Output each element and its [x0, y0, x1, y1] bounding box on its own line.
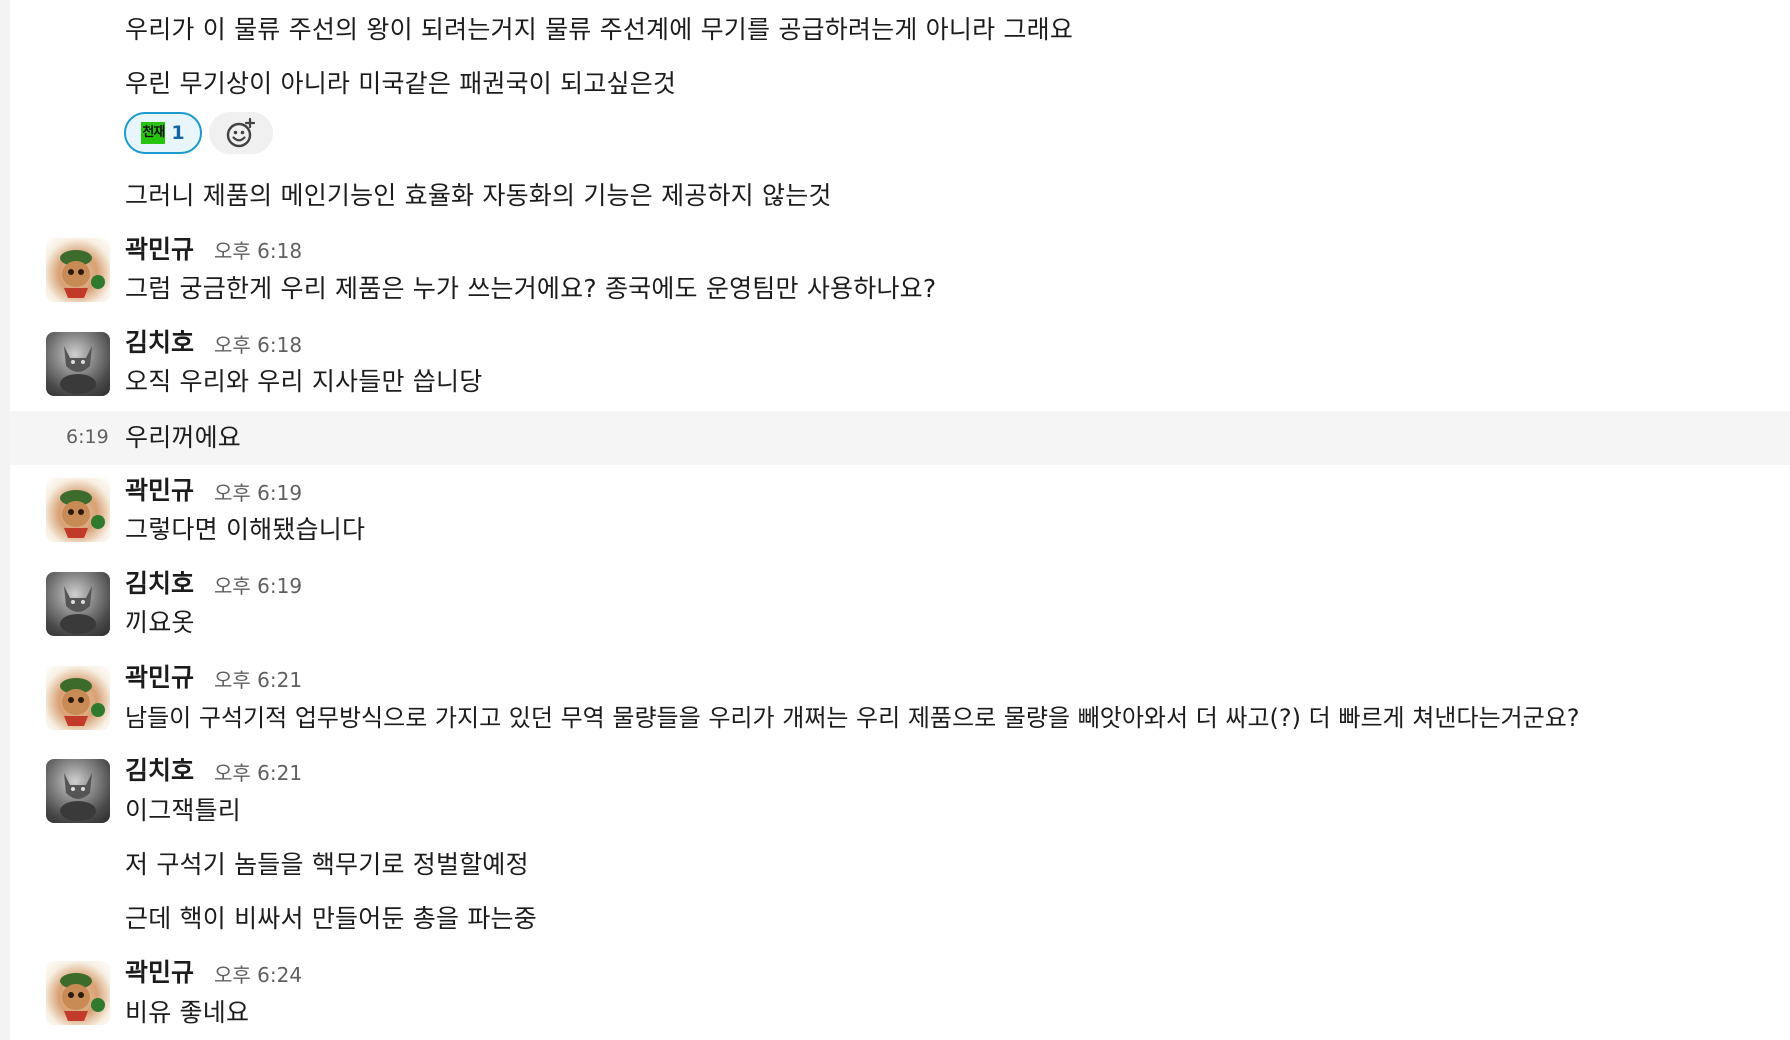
user-name[interactable]: 곽민규: [125, 957, 194, 989]
cat-avatar-icon: [60, 586, 96, 634]
avatar[interactable]: [46, 478, 110, 542]
message-text: 이그잭틀리: [125, 796, 242, 825]
avatar[interactable]: [46, 572, 110, 636]
avatar[interactable]: [46, 961, 110, 1025]
genius-emoji: 천재: [141, 122, 166, 144]
teemo-avatar-icon: [60, 678, 105, 726]
message-text: 저 구석기 놈들을 핵무기로 정벌할예정: [125, 850, 529, 879]
timestamp[interactable]: 오후 6:18: [214, 330, 302, 360]
avatar[interactable]: [46, 666, 110, 730]
user-name[interactable]: 곽민규: [125, 662, 194, 694]
timestamp[interactable]: 오후 6:19: [214, 571, 302, 601]
user-name[interactable]: 김치호: [125, 568, 194, 600]
avatar[interactable]: [46, 238, 110, 302]
message-text: 근데 핵이 비싸서 만들어둔 총을 파는중: [125, 904, 537, 933]
teemo-avatar-icon: [60, 490, 105, 538]
teemo-avatar-icon: [60, 973, 105, 1021]
reaction-chip[interactable]: 천재 1: [124, 112, 202, 154]
message-text: 그럼 궁금한게 우리 제품은 누가 쓰는거에요? 종국에도 운영팀만 사용하나요…: [125, 274, 937, 303]
user-name[interactable]: 곽민규: [125, 475, 194, 507]
message-text: 그렇다면 이해됐습니다: [125, 515, 366, 544]
message-text: 끼요옷: [125, 608, 195, 637]
message-text: 남들이 구석기적 업무방식으로 가지고 있던 무역 물량들을 우리가 개쩌는 우…: [125, 704, 1580, 732]
add-emoji-icon: [226, 117, 256, 148]
message-text: 비유 좋네요: [125, 998, 250, 1027]
message-text: 우린 무기상이 아니라 미국같은 패권국이 되고싶은것: [125, 69, 677, 98]
sidebar-edge: [0, 0, 10, 1040]
chat-window: 우리가 이 물류 주선의 왕이 되려는거지 물류 주선계에 무기를 공급하려는게…: [0, 0, 1790, 1040]
avatar[interactable]: [46, 332, 110, 396]
user-name[interactable]: 김치호: [125, 755, 194, 787]
timestamp[interactable]: 오후 6:21: [214, 665, 302, 695]
message-row-hover[interactable]: [10, 411, 1790, 465]
teemo-avatar-icon: [60, 250, 105, 298]
timestamp[interactable]: 오후 6:24: [214, 960, 302, 990]
timestamp[interactable]: 오후 6:19: [214, 478, 302, 508]
cat-avatar-icon: [60, 346, 96, 394]
reaction-count: 1: [171, 122, 185, 144]
add-reaction-button[interactable]: [209, 112, 273, 154]
user-name[interactable]: 곽민규: [125, 234, 194, 266]
user-name[interactable]: 김치호: [125, 327, 194, 359]
message-text: 우리가 이 물류 주선의 왕이 되려는거지 물류 주선계에 무기를 공급하려는게…: [125, 15, 1074, 44]
cat-avatar-icon: [60, 773, 96, 821]
timestamp[interactable]: 오후 6:18: [214, 236, 302, 266]
timestamp[interactable]: 오후 6:21: [214, 758, 302, 788]
message-text: 우리꺼에요: [125, 423, 242, 452]
message-text: 오직 우리와 우리 지사들만 씁니당: [125, 367, 483, 396]
avatar[interactable]: [46, 759, 110, 823]
message-text: 그러니 제품의 메인기능인 효율화 자동화의 기능은 제공하지 않는것: [125, 181, 832, 210]
hover-timestamp[interactable]: 6:19: [66, 426, 109, 448]
